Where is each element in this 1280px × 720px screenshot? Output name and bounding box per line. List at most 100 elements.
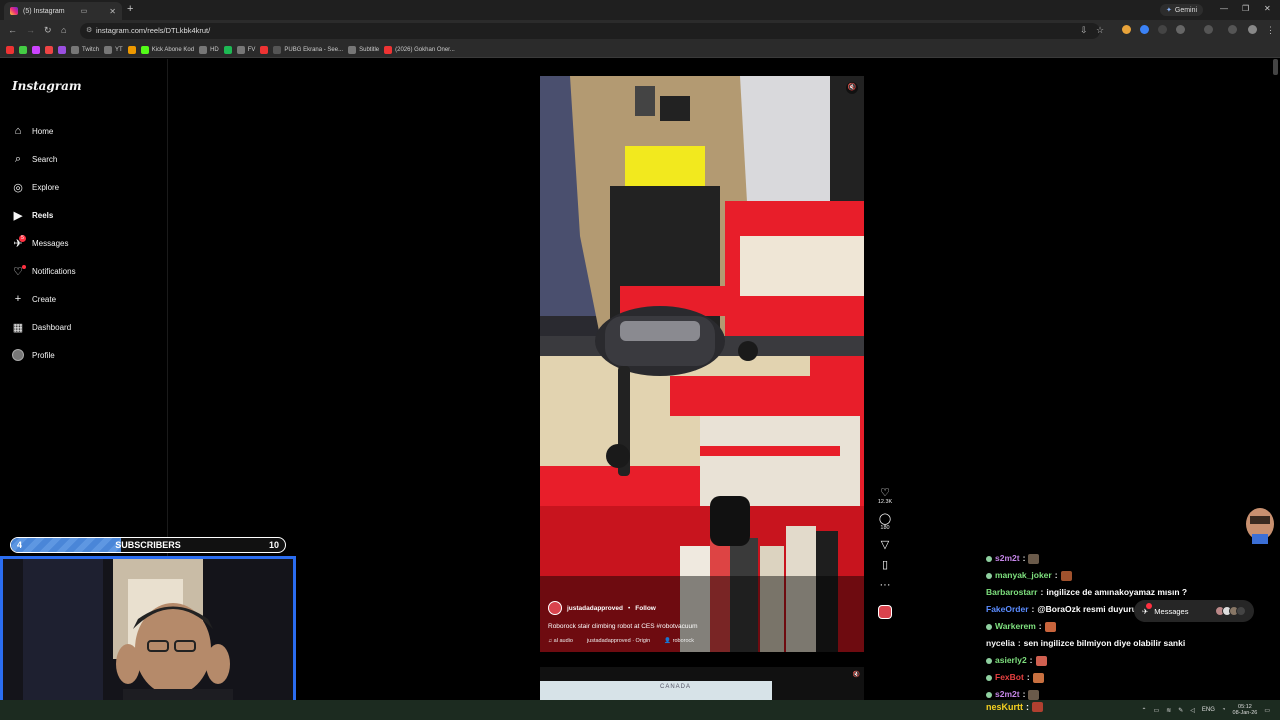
notification-icon[interactable]: ▭ xyxy=(1264,707,1270,714)
bookmark-item[interactable]: YT xyxy=(104,45,123,54)
like-button[interactable]: ♡ 12.3K xyxy=(878,487,892,505)
audio-origin[interactable]: justadadapproved · Origin xyxy=(587,638,650,644)
bookmark-item[interactable] xyxy=(223,45,232,54)
sidebar-item-notifications[interactable]: ♡ Notifications xyxy=(12,257,76,285)
bookmarks-bar: Twitch YT Kick Abone Kod HD FV PUBG Ekrana - … xyxy=(0,42,1280,58)
comment-button[interactable]: ◯ 180 xyxy=(879,513,891,531)
forward-icon[interactable]: → xyxy=(26,25,35,35)
author-avatar[interactable] xyxy=(548,601,562,615)
clock[interactable]: 05:12 08-Jan-26 xyxy=(1233,704,1258,716)
sidebar-item-dashboard[interactable]: ▦ Dashboard xyxy=(12,313,76,341)
bookmark-item[interactable]: PUBG Ekrana - See... xyxy=(273,45,343,54)
notification-dot xyxy=(22,265,26,269)
minimize-icon[interactable]: — xyxy=(1220,4,1228,13)
mute-toggle-icon[interactable]: 🔇 xyxy=(853,671,860,678)
profile-icon[interactable] xyxy=(1228,25,1237,34)
wifi-icon[interactable]: ◔ xyxy=(1222,707,1226,713)
bookmark-item[interactable] xyxy=(45,45,53,54)
home-button-icon[interactable]: ⌂ xyxy=(61,25,66,35)
subscriber-goal-bar: 4 SUBSCRIBERS 10 xyxy=(10,537,286,553)
back-icon[interactable]: ← xyxy=(8,25,17,35)
heart-icon: ♡ xyxy=(880,487,890,499)
share-button[interactable]: ▽ xyxy=(881,539,889,551)
mute-toggle-icon[interactable]: 🔇 xyxy=(846,82,858,94)
network-icon[interactable]: ≋ xyxy=(1166,707,1171,714)
bookmark-item[interactable]: Twitch xyxy=(71,45,99,54)
sidebar-item-create[interactable]: + Create xyxy=(12,285,76,313)
bookmark-item[interactable]: FV xyxy=(236,45,255,54)
sidebar-item-messages[interactable]: ✈ 5 Messages xyxy=(12,229,76,257)
messages-pill[interactable]: ✈ Messages xyxy=(1134,600,1254,622)
chat-separator: : xyxy=(1040,587,1044,597)
reel-caption[interactable]: Roborock stair climbing robot at CES #ro… xyxy=(548,623,848,630)
reload-icon[interactable]: ↻ xyxy=(44,25,52,36)
bookmark-item[interactable]: Kick Abone Kod xyxy=(140,45,194,54)
extensions-puzzle-icon[interactable] xyxy=(1176,25,1185,34)
subscriber-goal: 10 xyxy=(268,540,279,550)
chat-username: manyak_joker xyxy=(995,570,1052,580)
bookmark-item[interactable]: (2026) Gokhan Oner... xyxy=(384,45,455,54)
chat-message: s2m2t: xyxy=(986,550,1226,567)
instagram-logo[interactable]: Instagram xyxy=(12,79,82,93)
avatar[interactable] xyxy=(1248,25,1257,34)
chat-emote-icon xyxy=(1032,672,1044,683)
reel-info: justadadapproved • Follow Roborock stair… xyxy=(548,601,848,644)
pen-icon[interactable]: ✎ xyxy=(1178,707,1183,714)
comment-count: 180 xyxy=(880,525,890,531)
bookmark-icon xyxy=(384,45,393,54)
extension-icon[interactable] xyxy=(1122,25,1131,34)
sidebar-item-explore[interactable]: ◎ Explore xyxy=(12,173,76,201)
bookmark-item[interactable] xyxy=(127,45,136,54)
next-reel-preview[interactable]: CANADA 🔇 xyxy=(540,667,864,700)
chat-emote-icon xyxy=(1028,689,1040,700)
install-icon[interactable]: ⇩ xyxy=(1080,25,1088,36)
sidebar-item-home[interactable]: ⌂ Home xyxy=(12,117,76,145)
bookmark-star-icon[interactable]: ☆ xyxy=(1096,25,1104,36)
sidebar-toggle-icon[interactable] xyxy=(1204,25,1213,34)
bookmark-item[interactable] xyxy=(58,45,66,54)
sidebar-item-profile[interactable]: Profile xyxy=(12,341,76,369)
audio-thumbnail[interactable] xyxy=(878,605,892,619)
bookmark-icon xyxy=(32,45,40,54)
menu-kebab-icon[interactable]: ⋮ xyxy=(1266,25,1275,36)
tab-media-icon[interactable]: ▭ xyxy=(81,7,88,15)
extension-icon[interactable] xyxy=(1158,25,1167,34)
close-window-icon[interactable]: ✕ xyxy=(1264,4,1271,13)
follow-button[interactable]: Follow xyxy=(635,605,656,612)
language-indicator[interactable]: ENG xyxy=(1202,707,1215,713)
author-name[interactable]: justadadapproved xyxy=(567,605,623,612)
bookmark-item[interactable] xyxy=(6,45,14,54)
bookmark-icon xyxy=(58,45,66,54)
tagged-user[interactable]: 👤 roborock xyxy=(664,638,694,644)
tray-chevron-icon[interactable]: ⌃ xyxy=(1142,707,1147,714)
webcam-feed xyxy=(3,559,293,717)
display-icon[interactable]: ▭ xyxy=(1154,707,1160,714)
gemini-button[interactable]: ✦ Gemini xyxy=(1160,4,1204,16)
bookmark-item[interactable] xyxy=(260,45,269,54)
sidebar-item-reels[interactable]: ▶ Reels xyxy=(12,201,76,229)
bookmark-item[interactable] xyxy=(32,45,40,54)
more-options-button[interactable]: ··· xyxy=(880,579,891,591)
sidebar-item-label: Explore xyxy=(32,182,60,192)
chat-username: nesKurtt xyxy=(986,702,1024,712)
page-scrollbar[interactable] xyxy=(1273,59,1278,75)
restore-icon[interactable]: ❐ xyxy=(1242,4,1249,13)
audio-link[interactable]: ♫ al audio xyxy=(548,638,573,644)
bookmark-item[interactable]: HD xyxy=(199,45,219,54)
bookmark-item[interactable]: Subtitle xyxy=(348,45,379,54)
tab-close-icon[interactable]: ✕ xyxy=(109,7,116,16)
bookmark-item[interactable] xyxy=(19,45,27,54)
save-button[interactable]: ▯ xyxy=(882,559,888,571)
url-bar[interactable]: ⚙ instagram.com/reels/DTLkbk4krut/ xyxy=(80,23,1100,39)
reels-icon: ▶ xyxy=(13,209,23,222)
url-text: instagram.com/reels/DTLkbk4krut/ xyxy=(96,26,211,35)
extension-icon[interactable] xyxy=(1140,25,1149,34)
volume-icon[interactable]: ◁ xyxy=(1190,707,1195,714)
sidebar-item-search[interactable]: ⌕ Search xyxy=(12,145,76,173)
bookmark-icon xyxy=(104,45,113,54)
browser-tab-instagram[interactable]: (5) Instagram ▭ ✕ xyxy=(4,2,122,20)
reel-video[interactable]: 🔇 justadadapproved • Follow Roborock sta… xyxy=(540,76,864,652)
site-info-icon[interactable]: ⚙ xyxy=(86,23,92,39)
new-tab-button[interactable]: + xyxy=(127,3,133,15)
chat-separator: : xyxy=(1031,604,1035,614)
